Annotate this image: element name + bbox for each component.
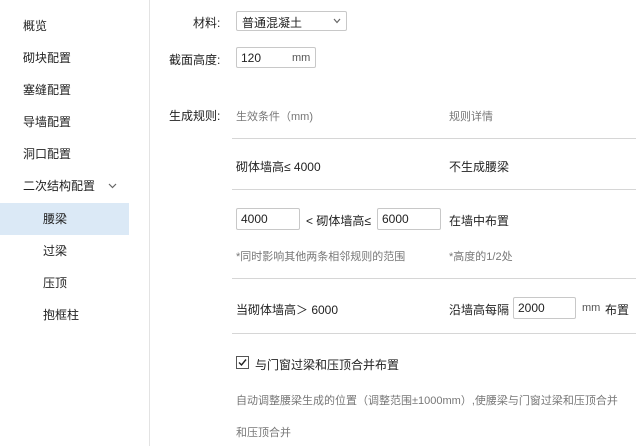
sidebar-item-label: 腰梁 xyxy=(43,212,68,226)
checkmark-icon xyxy=(238,359,247,367)
rule2-max-input[interactable] xyxy=(377,208,441,230)
sidebar-item-label: 抱框柱 xyxy=(43,308,80,322)
sidebar-item-guide-wall-config[interactable]: 导墙配置 xyxy=(0,106,129,138)
sidebar-item-label: 砌块配置 xyxy=(23,51,72,65)
rule3-detail-prefix: 沿墙高每隔 xyxy=(449,303,510,317)
rule2-detail-note: *高度的1/2处 xyxy=(449,251,513,263)
sidebar-item-joint-fill-config[interactable]: 塞缝配置 xyxy=(0,74,129,106)
sidebar-subitem-waist-beam[interactable]: 腰梁 xyxy=(0,203,129,235)
rule2-condition-text: < 砌体墙高≤ xyxy=(306,214,371,228)
material-select[interactable]: 普通混凝土 xyxy=(236,11,347,31)
rule1-detail: 不生成腰梁 xyxy=(449,160,510,174)
sidebar-item-secondary-structure-config[interactable]: 二次结构配置 xyxy=(0,170,129,202)
material-label: 材料: xyxy=(193,16,221,30)
sidebar-item-label: 二次结构配置 xyxy=(23,179,96,193)
section-height-label: 截面高度: xyxy=(169,53,221,67)
merge-checkbox[interactable] xyxy=(236,356,249,369)
merge-description: 自动调整腰梁生成的位置（调整范围±1000mm）,使腰梁与门窗过梁和压顶合并 xyxy=(236,395,618,407)
rule1-condition: 砌体墙高≤ 4000 xyxy=(236,160,321,174)
sidebar-item-label: 过梁 xyxy=(43,244,68,258)
rule3-condition: 当砌体墙高＞ 6000 xyxy=(236,303,339,317)
chevron-down-icon xyxy=(108,183,117,189)
sidebar-item-opening-config[interactable]: 洞口配置 xyxy=(0,138,129,170)
merge-description-continued: 和压顶合并 xyxy=(236,427,291,439)
divider xyxy=(232,138,636,139)
chevron-down-icon xyxy=(333,18,341,24)
divider xyxy=(232,278,636,279)
sidebar-subitem-lintel[interactable]: 过梁 xyxy=(0,235,129,267)
rules-label: 生成规则: xyxy=(169,109,221,123)
sidebar-item-label: 压顶 xyxy=(43,276,68,290)
rule3-suffix: 布置 xyxy=(605,303,630,317)
section-height-unit: mm xyxy=(292,52,311,64)
material-selected-value: 普通混凝土 xyxy=(242,16,303,30)
sidebar: 概览 砌块配置 塞缝配置 导墙配置 洞口配置 二次结构配置 腰梁 过梁 压顶 抱… xyxy=(0,0,129,446)
divider xyxy=(232,189,636,190)
sidebar-subitem-frame-column[interactable]: 抱框柱 xyxy=(0,299,129,331)
column-header-condition: 生效条件（mm) xyxy=(236,111,313,123)
rule2-detail: 在墙中布置 xyxy=(449,214,510,228)
column-header-detail: 规则详情 xyxy=(449,111,493,123)
sidebar-divider xyxy=(149,0,150,446)
rule2-min-input[interactable] xyxy=(236,208,300,230)
sidebar-item-block-config[interactable]: 砌块配置 xyxy=(0,42,129,74)
rule3-unit: mm xyxy=(582,302,601,314)
merge-label: 与门窗过梁和压顶合并布置 xyxy=(255,358,400,372)
rule3-interval-input[interactable] xyxy=(513,297,576,319)
sidebar-item-label: 导墙配置 xyxy=(23,115,72,129)
sidebar-item-overview[interactable]: 概览 xyxy=(0,10,129,42)
rule2-note: *同时影响其他两条相邻规则的范围 xyxy=(236,251,406,263)
sidebar-item-label: 塞缝配置 xyxy=(23,83,72,97)
sidebar-subitem-coping[interactable]: 压顶 xyxy=(0,267,129,299)
sidebar-item-label: 洞口配置 xyxy=(23,147,72,161)
sidebar-item-label: 概览 xyxy=(23,19,48,33)
divider xyxy=(232,333,636,334)
